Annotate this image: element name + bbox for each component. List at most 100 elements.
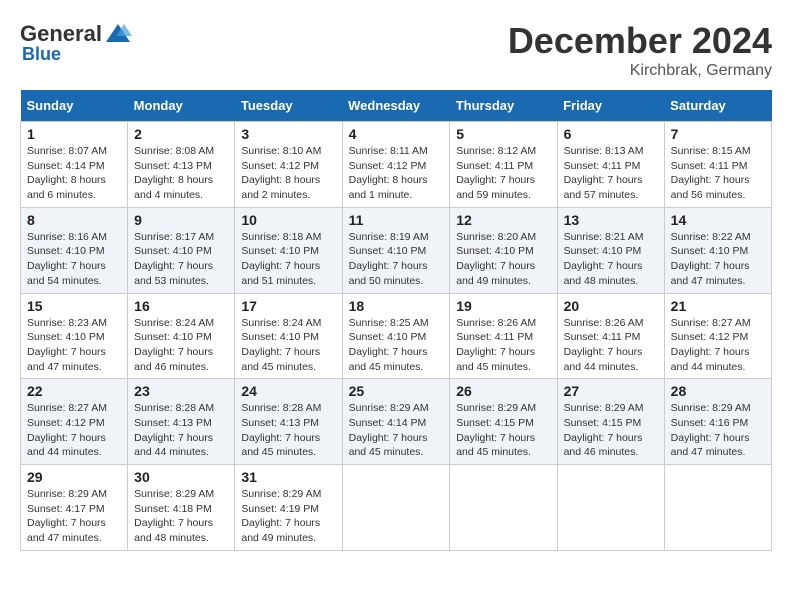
sunrise-label: Sunrise: 8:20 AM <box>456 231 536 243</box>
day-info: Sunrise: 8:29 AM Sunset: 4:15 PM Dayligh… <box>456 401 550 460</box>
col-header-sunday: Sunday <box>21 90 128 122</box>
calendar-week-row: 29 Sunrise: 8:29 AM Sunset: 4:17 PM Dayl… <box>21 465 772 551</box>
calendar-table: SundayMondayTuesdayWednesdayThursdayFrid… <box>20 90 772 551</box>
daylight-label: Daylight: 8 hours and 1 minute. <box>349 174 428 201</box>
daylight-label: Daylight: 7 hours and 46 minutes. <box>134 346 213 373</box>
daylight-label: Daylight: 7 hours and 48 minutes. <box>564 260 643 287</box>
sunrise-label: Sunrise: 8:10 AM <box>241 145 321 157</box>
logo-blue-text: Blue <box>22 44 61 65</box>
sunrise-label: Sunrise: 8:18 AM <box>241 231 321 243</box>
calendar-day-cell: 9 Sunrise: 8:17 AM Sunset: 4:10 PM Dayli… <box>128 207 235 293</box>
day-number: 24 <box>241 383 335 399</box>
daylight-label: Daylight: 8 hours and 2 minutes. <box>241 174 320 201</box>
sunset-label: Sunset: 4:10 PM <box>349 331 427 343</box>
sunset-label: Sunset: 4:14 PM <box>349 417 427 429</box>
sunset-label: Sunset: 4:13 PM <box>134 417 212 429</box>
day-info: Sunrise: 8:22 AM Sunset: 4:10 PM Dayligh… <box>671 230 765 289</box>
calendar-day-cell: 26 Sunrise: 8:29 AM Sunset: 4:15 PM Dayl… <box>450 379 557 465</box>
sunrise-label: Sunrise: 8:23 AM <box>27 317 107 329</box>
sunset-label: Sunset: 4:12 PM <box>241 160 319 172</box>
calendar-day-cell: 29 Sunrise: 8:29 AM Sunset: 4:17 PM Dayl… <box>21 465 128 551</box>
day-number: 31 <box>241 469 335 485</box>
calendar-day-cell: 10 Sunrise: 8:18 AM Sunset: 4:10 PM Dayl… <box>235 207 342 293</box>
sunset-label: Sunset: 4:17 PM <box>27 503 105 515</box>
daylight-label: Daylight: 7 hours and 50 minutes. <box>349 260 428 287</box>
sunset-label: Sunset: 4:11 PM <box>564 331 641 343</box>
logo-icon <box>104 20 132 48</box>
day-number: 15 <box>27 298 121 314</box>
calendar-day-cell: 11 Sunrise: 8:19 AM Sunset: 4:10 PM Dayl… <box>342 207 450 293</box>
sunrise-label: Sunrise: 8:29 AM <box>671 402 751 414</box>
sunset-label: Sunset: 4:13 PM <box>134 160 212 172</box>
day-info: Sunrise: 8:28 AM Sunset: 4:13 PM Dayligh… <box>241 401 335 460</box>
daylight-label: Daylight: 8 hours and 4 minutes. <box>134 174 213 201</box>
calendar-day-cell: 23 Sunrise: 8:28 AM Sunset: 4:13 PM Dayl… <box>128 379 235 465</box>
sunrise-label: Sunrise: 8:28 AM <box>241 402 321 414</box>
sunset-label: Sunset: 4:11 PM <box>671 160 748 172</box>
calendar-day-cell: 15 Sunrise: 8:23 AM Sunset: 4:10 PM Dayl… <box>21 293 128 379</box>
calendar-day-cell: 8 Sunrise: 8:16 AM Sunset: 4:10 PM Dayli… <box>21 207 128 293</box>
daylight-label: Daylight: 7 hours and 54 minutes. <box>27 260 106 287</box>
calendar-day-cell: 20 Sunrise: 8:26 AM Sunset: 4:11 PM Dayl… <box>557 293 664 379</box>
day-number: 13 <box>564 212 658 228</box>
sunset-label: Sunset: 4:10 PM <box>241 245 319 257</box>
day-number: 16 <box>134 298 228 314</box>
day-info: Sunrise: 8:24 AM Sunset: 4:10 PM Dayligh… <box>134 316 228 375</box>
daylight-label: Daylight: 7 hours and 47 minutes. <box>671 432 750 459</box>
calendar-day-cell: 28 Sunrise: 8:29 AM Sunset: 4:16 PM Dayl… <box>664 379 771 465</box>
col-header-tuesday: Tuesday <box>235 90 342 122</box>
calendar-day-cell: 22 Sunrise: 8:27 AM Sunset: 4:12 PM Dayl… <box>21 379 128 465</box>
sunset-label: Sunset: 4:10 PM <box>27 331 105 343</box>
day-info: Sunrise: 8:27 AM Sunset: 4:12 PM Dayligh… <box>27 401 121 460</box>
sunrise-label: Sunrise: 8:27 AM <box>671 317 751 329</box>
day-number: 19 <box>456 298 550 314</box>
day-number: 27 <box>564 383 658 399</box>
calendar-day-cell: 18 Sunrise: 8:25 AM Sunset: 4:10 PM Dayl… <box>342 293 450 379</box>
day-info: Sunrise: 8:13 AM Sunset: 4:11 PM Dayligh… <box>564 144 658 203</box>
calendar-day-cell: 7 Sunrise: 8:15 AM Sunset: 4:11 PM Dayli… <box>664 122 771 208</box>
day-number: 2 <box>134 126 228 142</box>
sunrise-label: Sunrise: 8:29 AM <box>564 402 644 414</box>
month-title: December 2024 <box>508 20 772 62</box>
sunset-label: Sunset: 4:18 PM <box>134 503 212 515</box>
col-header-friday: Friday <box>557 90 664 122</box>
day-info: Sunrise: 8:29 AM Sunset: 4:16 PM Dayligh… <box>671 401 765 460</box>
sunrise-label: Sunrise: 8:26 AM <box>456 317 536 329</box>
col-header-monday: Monday <box>128 90 235 122</box>
sunrise-label: Sunrise: 8:15 AM <box>671 145 751 157</box>
calendar-day-cell: 3 Sunrise: 8:10 AM Sunset: 4:12 PM Dayli… <box>235 122 342 208</box>
day-info: Sunrise: 8:25 AM Sunset: 4:10 PM Dayligh… <box>349 316 444 375</box>
day-info: Sunrise: 8:26 AM Sunset: 4:11 PM Dayligh… <box>456 316 550 375</box>
day-number: 9 <box>134 212 228 228</box>
logo: General Blue <box>20 20 132 65</box>
day-number: 10 <box>241 212 335 228</box>
day-info: Sunrise: 8:19 AM Sunset: 4:10 PM Dayligh… <box>349 230 444 289</box>
day-info: Sunrise: 8:11 AM Sunset: 4:12 PM Dayligh… <box>349 144 444 203</box>
day-info: Sunrise: 8:18 AM Sunset: 4:10 PM Dayligh… <box>241 230 335 289</box>
day-number: 28 <box>671 383 765 399</box>
empty-cell <box>557 465 664 551</box>
col-header-thursday: Thursday <box>450 90 557 122</box>
day-number: 22 <box>27 383 121 399</box>
daylight-label: Daylight: 7 hours and 45 minutes. <box>456 346 535 373</box>
empty-cell <box>450 465 557 551</box>
daylight-label: Daylight: 8 hours and 6 minutes. <box>27 174 106 201</box>
calendar-day-cell: 30 Sunrise: 8:29 AM Sunset: 4:18 PM Dayl… <box>128 465 235 551</box>
calendar-day-cell: 5 Sunrise: 8:12 AM Sunset: 4:11 PM Dayli… <box>450 122 557 208</box>
calendar-day-cell: 2 Sunrise: 8:08 AM Sunset: 4:13 PM Dayli… <box>128 122 235 208</box>
day-info: Sunrise: 8:20 AM Sunset: 4:10 PM Dayligh… <box>456 230 550 289</box>
daylight-label: Daylight: 7 hours and 45 minutes. <box>241 346 320 373</box>
day-number: 25 <box>349 383 444 399</box>
sunset-label: Sunset: 4:10 PM <box>564 245 642 257</box>
day-number: 14 <box>671 212 765 228</box>
sunrise-label: Sunrise: 8:12 AM <box>456 145 536 157</box>
sunrise-label: Sunrise: 8:13 AM <box>564 145 644 157</box>
day-number: 29 <box>27 469 121 485</box>
daylight-label: Daylight: 7 hours and 48 minutes. <box>134 517 213 544</box>
daylight-label: Daylight: 7 hours and 44 minutes. <box>27 432 106 459</box>
calendar-header-row: SundayMondayTuesdayWednesdayThursdayFrid… <box>21 90 772 122</box>
day-info: Sunrise: 8:29 AM Sunset: 4:17 PM Dayligh… <box>27 487 121 546</box>
calendar-week-row: 1 Sunrise: 8:07 AM Sunset: 4:14 PM Dayli… <box>21 122 772 208</box>
sunrise-label: Sunrise: 8:07 AM <box>27 145 107 157</box>
sunrise-label: Sunrise: 8:08 AM <box>134 145 214 157</box>
